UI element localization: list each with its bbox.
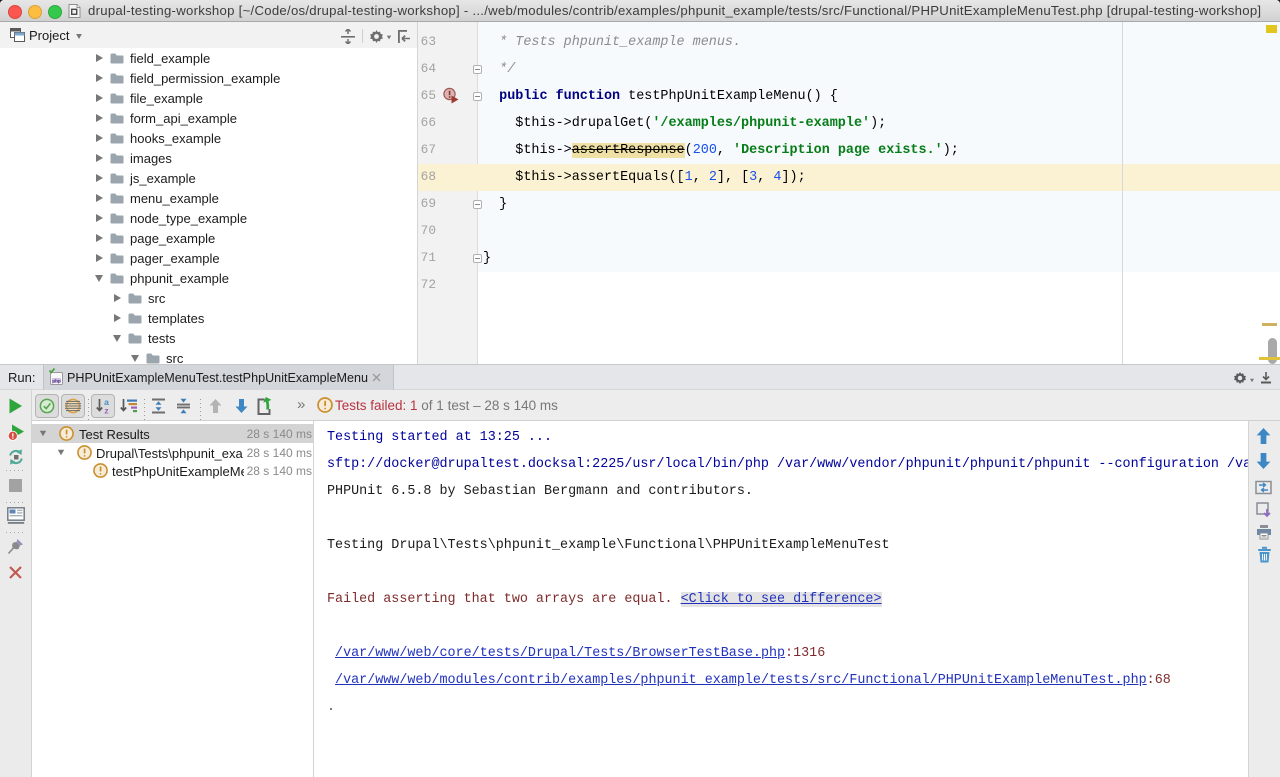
svg-text:z: z	[104, 406, 108, 415]
svg-text:php: php	[52, 378, 61, 383]
